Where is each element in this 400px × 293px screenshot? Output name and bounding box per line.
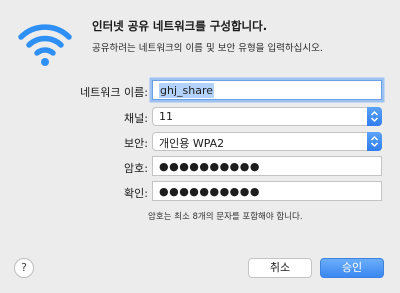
security-value: 개인용 WPA2 — [159, 137, 225, 150]
channel-select[interactable]: 11 — [152, 107, 382, 126]
confirm-row: 확인: ●●●●●●●●●● — [0, 181, 400, 203]
password-row: 암호: ●●●●●●●●●● — [0, 156, 400, 178]
network-sharing-dialog: 인터넷 공유 네트워크를 구성합니다. 공유하려는 네트워크의 이름 및 보안 … — [0, 0, 400, 293]
dialog-title: 인터넷 공유 네트워크를 구성합니다. — [92, 19, 268, 33]
network-name-input[interactable]: ghj_share — [152, 80, 382, 100]
password-label: 암호: — [124, 162, 148, 175]
confirm-password-input[interactable]: ●●●●●●●●●● — [152, 181, 382, 201]
network-name-row: 네트워크 이름: ghj_share — [0, 80, 400, 102]
security-label: 보안: — [124, 137, 148, 150]
security-select-arrows-icon — [367, 132, 382, 151]
network-name-value: ghj_share — [159, 83, 215, 98]
password-hint: 암호는 최소 8개의 문자를 포함해야 합니다. — [148, 212, 303, 222]
security-row: 보안: 개인용 WPA2 — [0, 131, 400, 153]
ok-button[interactable]: 승인 — [320, 258, 384, 278]
cancel-button[interactable]: 취소 — [248, 258, 312, 278]
wifi-icon — [18, 24, 72, 66]
confirm-value: ●●●●●●●●●● — [159, 185, 260, 198]
channel-value: 11 — [159, 110, 173, 123]
password-value: ●●●●●●●●●● — [159, 160, 260, 173]
network-name-label: 네트워크 이름: — [80, 86, 148, 99]
password-input[interactable]: ●●●●●●●●●● — [152, 156, 382, 176]
confirm-label: 확인: — [124, 187, 148, 200]
help-button[interactable]: ? — [14, 258, 34, 278]
channel-label: 채널: — [124, 112, 148, 125]
channel-row: 채널: 11 — [0, 106, 400, 128]
dialog-subtitle: 공유하려는 네트워크의 이름 및 보안 유형을 입력하십시오. — [92, 43, 323, 54]
security-select[interactable]: 개인용 WPA2 — [152, 132, 382, 151]
channel-select-arrows-icon — [367, 107, 382, 126]
